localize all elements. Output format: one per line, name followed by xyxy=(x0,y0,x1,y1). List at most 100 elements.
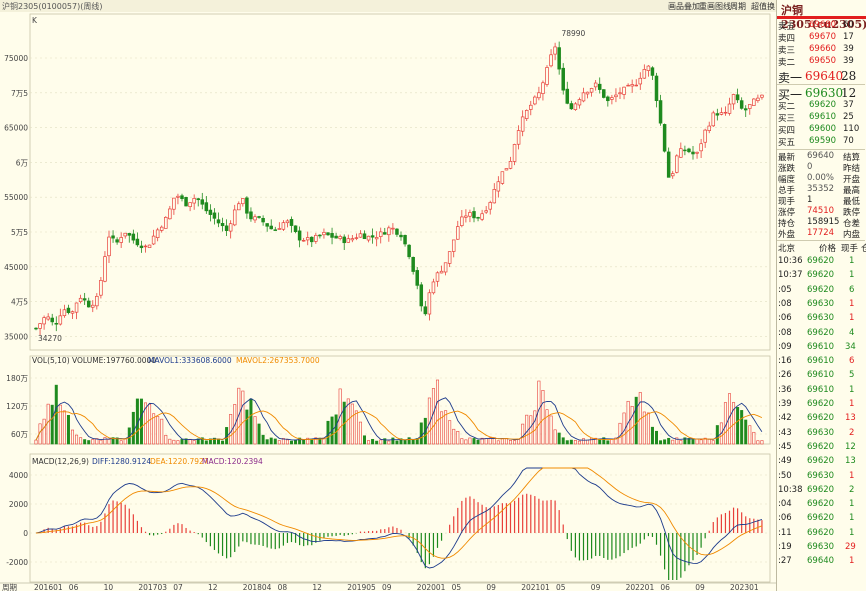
candle-body xyxy=(180,195,184,199)
ask-row[interactable]: 卖五 69680 60 xyxy=(777,20,865,32)
tick-row[interactable]: :42 69620 13 xyxy=(777,413,865,425)
candle-body xyxy=(431,281,436,294)
candle-body xyxy=(585,91,590,95)
volume-bar xyxy=(277,440,281,445)
bid-row[interactable]: 买一 69630 12 xyxy=(777,86,865,102)
candle-body xyxy=(212,212,217,219)
volume-bar xyxy=(659,440,663,445)
candle-body xyxy=(366,235,371,241)
volume-bar xyxy=(654,430,658,445)
volume-bar xyxy=(407,437,411,445)
volume-bar xyxy=(529,415,533,445)
volume-bar xyxy=(387,440,391,445)
volume-bar xyxy=(156,416,160,445)
tick-row[interactable]: :08 69630 1 xyxy=(777,299,865,311)
title-underline xyxy=(777,16,866,19)
tick-row[interactable]: :26 69610 5 xyxy=(777,370,865,382)
bid-row[interactable]: 买二 69620 37 xyxy=(777,100,865,112)
volume-bar xyxy=(634,396,638,445)
tick-row[interactable]: :04 69620 1 xyxy=(777,499,865,511)
candle-body xyxy=(557,47,561,70)
volume-bar xyxy=(472,438,476,445)
candle-body xyxy=(232,209,237,226)
candle-body xyxy=(395,228,399,235)
candle-body xyxy=(265,223,269,227)
tick-row[interactable]: :36 69610 1 xyxy=(777,385,865,397)
volume-bar xyxy=(221,440,225,445)
tick-row[interactable]: :09 69610 34 xyxy=(777,342,865,354)
candle-body xyxy=(403,234,407,245)
candle-body xyxy=(338,236,342,239)
candle-body xyxy=(297,230,302,241)
volume-bar xyxy=(289,440,293,445)
tick-price: 69630 xyxy=(807,542,835,552)
stat-value: 69640 xyxy=(807,151,835,161)
tick-row[interactable]: :50 69630 1 xyxy=(777,471,865,483)
bid-row[interactable]: 买四 69600 110 xyxy=(777,124,865,136)
volume-bar xyxy=(650,426,654,445)
ask-row[interactable]: 卖三 69660 39 xyxy=(777,44,865,56)
volume-bar xyxy=(590,437,594,445)
candle-body xyxy=(196,198,200,201)
candle-body xyxy=(443,262,448,273)
overlay-product-menu[interactable]: 画品叠加 xyxy=(668,1,700,12)
redraw-menu[interactable]: 重画图线 xyxy=(699,1,731,12)
ask-label: 卖三 xyxy=(778,46,796,56)
tick-row[interactable]: 10:36 69620 1 xyxy=(777,256,865,268)
candle-body xyxy=(143,245,148,248)
bid-volume: 37 xyxy=(843,100,854,110)
candle-body xyxy=(228,223,233,232)
x-axis-date-label: 202101 xyxy=(521,583,550,591)
tick-time: :49 xyxy=(778,456,792,467)
ticks-header[interactable]: 北京 价格 现手仓 xyxy=(777,242,866,254)
tick-row[interactable]: :19 69630 29 xyxy=(777,542,865,554)
tick-row[interactable]: :39 69620 1 xyxy=(777,399,865,411)
tick-row[interactable]: 10:38 69620 2 xyxy=(777,485,865,497)
x-axis-date-label: 09 xyxy=(486,583,496,591)
tick-price: 69630 xyxy=(807,298,835,309)
tick-row[interactable]: :27 69640 1 xyxy=(777,556,865,568)
tick-row[interactable]: :49 69620 13 xyxy=(777,456,865,468)
volume-bar xyxy=(618,422,622,445)
volume-bar xyxy=(549,415,553,445)
bid-row[interactable]: 买三 69610 25 xyxy=(777,112,865,124)
stat-row[interactable]: 外盘 17724 内盘 xyxy=(777,228,865,240)
ask-row[interactable]: 卖四 69670 17 xyxy=(777,32,865,44)
candle-body xyxy=(407,244,411,258)
ask-row[interactable]: 卖一 69640 28 xyxy=(777,69,865,85)
volume-bar xyxy=(217,438,221,445)
bid-label: 买四 xyxy=(778,126,796,136)
tick-row[interactable]: :06 69630 1 xyxy=(777,313,865,325)
tick-row[interactable]: 10:37 69620 1 xyxy=(777,270,865,282)
x-axis-date-label: 05 xyxy=(452,583,462,591)
candle-body xyxy=(346,238,351,243)
tick-price: 69620 xyxy=(807,484,835,495)
tick-row[interactable]: :05 69620 6 xyxy=(777,285,865,297)
volume-bar xyxy=(107,439,111,445)
candle-body xyxy=(172,197,176,210)
candle-body xyxy=(610,97,614,100)
ask-row[interactable]: 卖二 69650 39 xyxy=(777,56,865,68)
bid-row[interactable]: 买五 69590 70 xyxy=(777,136,865,148)
volume-bar xyxy=(119,440,123,445)
tick-volume: 6 xyxy=(849,284,855,295)
volume-bar xyxy=(164,434,168,445)
volume-bar xyxy=(229,414,233,445)
candle-body xyxy=(760,94,764,98)
candle-body xyxy=(387,227,391,236)
volume-bar xyxy=(630,406,634,445)
tick-row[interactable]: :43 69630 2 xyxy=(777,428,865,440)
volume-bar xyxy=(756,440,760,445)
candle-body xyxy=(58,315,63,325)
candle-body xyxy=(630,84,634,87)
tick-row[interactable]: :08 69620 4 xyxy=(777,328,865,340)
kline-chart-area[interactable]: 750007万5650006万550005万5450004万535000K789… xyxy=(0,12,776,591)
candle-body xyxy=(314,234,318,242)
tick-row[interactable]: :06 69620 1 xyxy=(777,513,865,525)
tick-row[interactable]: :16 69610 6 xyxy=(777,356,865,368)
period-menu[interactable]: 周期 xyxy=(730,1,746,12)
tick-row[interactable]: :11 69620 1 xyxy=(777,528,865,540)
candle-body xyxy=(435,272,440,282)
tick-row[interactable]: :45 69620 12 xyxy=(777,442,865,454)
tick-time: 10:36 xyxy=(778,256,803,266)
